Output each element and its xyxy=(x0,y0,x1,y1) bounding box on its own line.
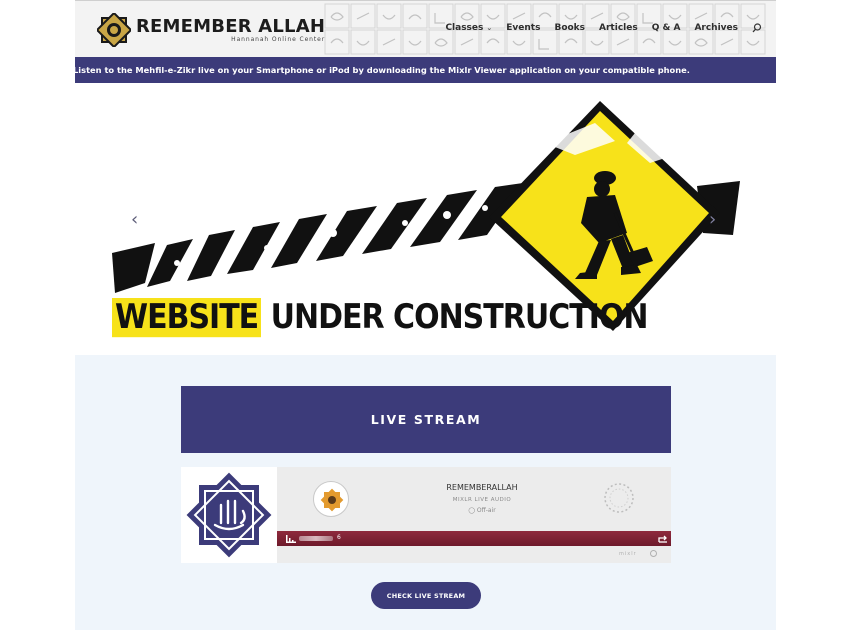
nav-item-books[interactable]: Books xyxy=(554,23,585,33)
nav-item-events[interactable]: Events xyxy=(506,23,540,33)
nav-item-qa[interactable]: Q & A xyxy=(652,23,681,33)
nav-item-label: Q & A xyxy=(651,23,681,33)
share-icon[interactable] xyxy=(658,534,668,543)
station-subtitle: MIXLR LIVE AUDIO xyxy=(452,497,512,503)
page: REMEMBER ALLAH Hannanah Online Center Cl… xyxy=(0,0,850,630)
chevron-left-icon[interactable]: ‹ xyxy=(131,209,138,230)
banner-rest: UNDER CONSTRUCTION xyxy=(270,298,649,338)
nav-item-label: Archives xyxy=(694,23,738,33)
player-body: REMEMBERALLAH MIXLR LIVE AUDIO ◯ Off-air xyxy=(277,467,671,563)
listener-count: 6 xyxy=(337,534,341,541)
nav-item-label: Articles xyxy=(599,23,638,33)
mixlr-brand[interactable]: mixlr xyxy=(619,551,637,557)
player-artwork xyxy=(181,467,277,563)
search-icon[interactable] xyxy=(752,23,762,33)
nav-item-label: Classes xyxy=(445,23,484,33)
site-logo[interactable]: REMEMBER ALLAH Hannanah Online Center xyxy=(97,13,325,47)
live-stream-section: LIVE STREAM REMEMBERALLAH MIXLR LIVE AUD… xyxy=(75,355,776,630)
live-stream-title: LIVE STREAM xyxy=(370,412,482,427)
station-logo-icon xyxy=(313,481,349,517)
offair-icon: ◯ xyxy=(468,507,477,514)
mixlr-player[interactable]: REMEMBERALLAH MIXLR LIVE AUDIO ◯ Off-air xyxy=(181,467,671,563)
logo-subtitle: Hannanah Online Center xyxy=(231,36,326,43)
chevron-right-icon[interactable]: › xyxy=(709,209,716,230)
nav-item-label: Books xyxy=(554,23,586,33)
logo-title: REMEMBER ALLAH xyxy=(136,16,326,37)
cta-label: CHECK LIVE STREAM xyxy=(386,591,466,600)
mixlr-logo-icon xyxy=(650,550,657,557)
hero-slider: ‹ › WEBSITE UNDER CONSTRUCTION xyxy=(75,83,776,355)
play-ring-icon[interactable] xyxy=(603,482,635,514)
status-text: Off-air xyxy=(476,507,496,514)
nav-item-archives[interactable]: Archives xyxy=(694,23,738,33)
ticker-text: Listen to the Mehfil-e-Zikr live on your… xyxy=(75,65,690,75)
nav-item-label: Events xyxy=(506,23,541,33)
announcement-ticker: Listen to the Mehfil-e-Zikr live on your… xyxy=(75,57,776,83)
site-header: REMEMBER ALLAH Hannanah Online Center Cl… xyxy=(75,0,776,57)
main-nav: Classes ⌄ Events Books Articles Q & A Ar… xyxy=(445,23,762,33)
allah-star-emblem-icon xyxy=(186,472,272,558)
logo-text: REMEMBER ALLAH Hannanah Online Center xyxy=(136,17,325,43)
nav-item-classes[interactable]: Classes ⌄ xyxy=(445,23,492,33)
chevron-down-icon: ⌄ xyxy=(486,24,493,32)
check-live-stream-button[interactable]: CHECK LIVE STREAM xyxy=(371,582,481,609)
nav-item-articles[interactable]: Articles xyxy=(599,23,638,33)
station-status: ◯ Off-air xyxy=(427,507,537,514)
banner-title: WEBSITE UNDER CONSTRUCTION xyxy=(112,298,649,338)
listeners-icon xyxy=(286,535,296,543)
station-name: REMEMBERALLAH xyxy=(446,483,518,492)
player-control-bar: 6 xyxy=(277,531,671,546)
listener-bar xyxy=(299,536,333,541)
logo-star-icon xyxy=(97,13,131,47)
banner-highlight: WEBSITE xyxy=(112,298,262,338)
live-stream-header: LIVE STREAM xyxy=(181,386,671,453)
